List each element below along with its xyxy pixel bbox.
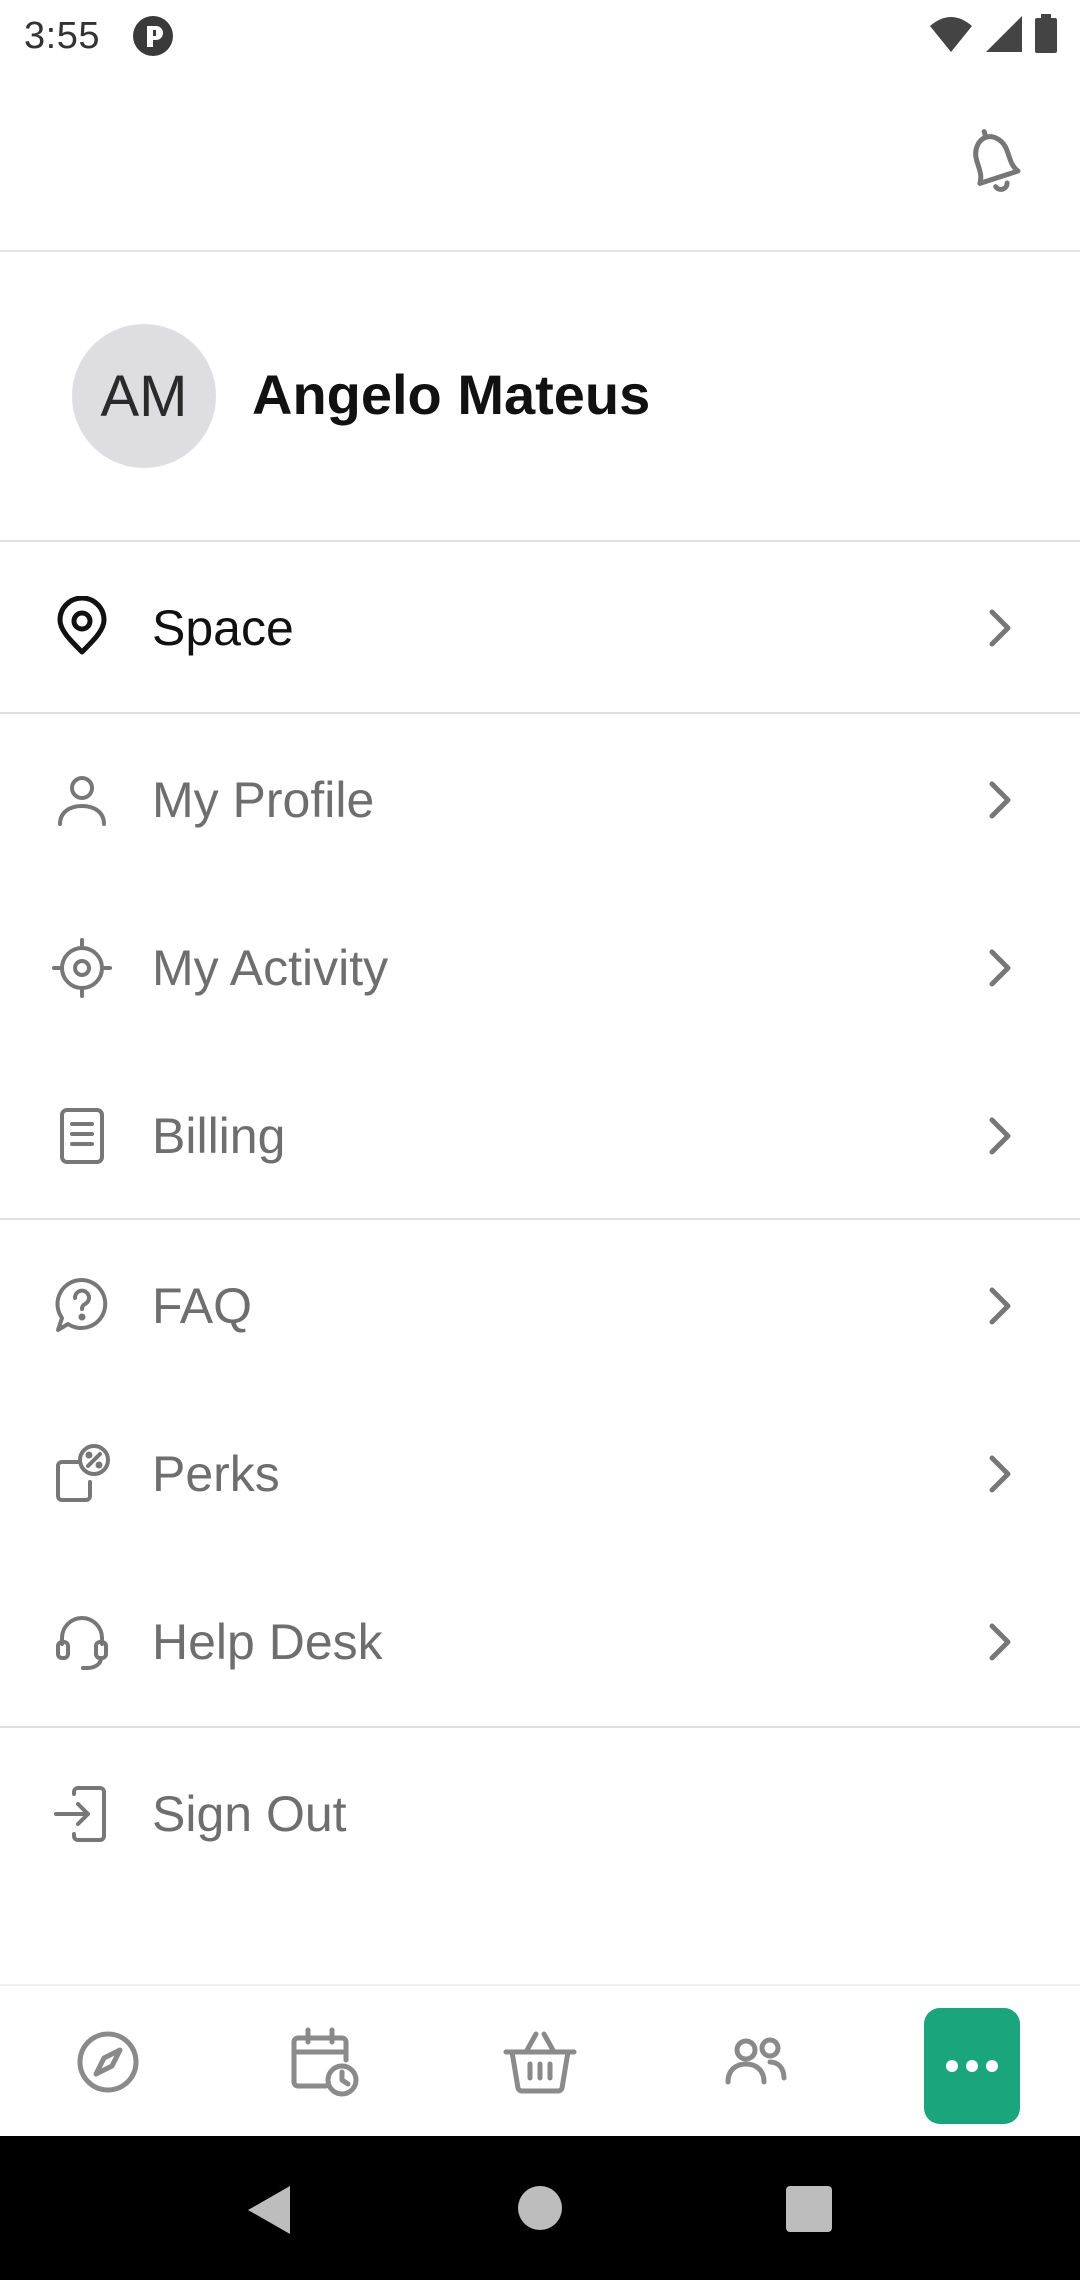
menu-label-sign-out: Sign Out (152, 1786, 347, 1842)
wifi-icon (930, 17, 972, 52)
top-bar (0, 72, 1080, 252)
bottom-nav (0, 1984, 1080, 2136)
menu-label-perks: Perks (152, 1446, 280, 1502)
chevron-right-icon (989, 781, 1011, 819)
location-pin-icon (57, 596, 107, 655)
menu-label-my-profile: My Profile (152, 772, 375, 828)
user-icon (58, 776, 106, 826)
section-divider (0, 1726, 1080, 1728)
section-divider (0, 712, 1080, 714)
nav-bookings[interactable] (276, 2014, 372, 2110)
menu-label-faq: FAQ (152, 1278, 253, 1334)
status-icons (928, 14, 1058, 54)
signal-icon (986, 16, 1022, 52)
chevron-right-icon (989, 609, 1011, 647)
nav-more-button[interactable] (924, 2008, 1020, 2124)
headset-icon (56, 1616, 108, 1670)
chevron-right-icon (989, 1455, 1011, 1493)
menu-item-help-desk[interactable]: Help Desk (0, 1558, 1080, 1726)
avatar-initials: AM (100, 363, 188, 429)
bell-icon[interactable] (960, 122, 1028, 202)
sign-out-icon (54, 1786, 106, 1842)
chevron-right-icon (989, 1623, 1011, 1661)
more-dots-icon (946, 2060, 998, 2072)
recents-icon[interactable] (786, 2186, 832, 2232)
nav-shop[interactable] (492, 2014, 588, 2110)
chevron-right-icon (989, 1117, 1011, 1155)
basket-icon (503, 2031, 577, 2094)
status-bar: 3:55 (0, 0, 1080, 72)
menu-item-my-profile[interactable]: My Profile (0, 716, 1080, 884)
profile-name: Angelo Mateus (252, 363, 651, 426)
menu-item-sign-out[interactable]: Sign Out (0, 1730, 1080, 1898)
menu-item-faq[interactable]: FAQ (0, 1222, 1080, 1390)
menu-item-billing[interactable]: Billing (0, 1052, 1080, 1220)
avatar[interactable]: AM (72, 324, 216, 468)
menu-label-help-desk: Help Desk (152, 1614, 383, 1670)
chevron-right-icon (989, 949, 1011, 987)
back-icon[interactable] (244, 2184, 292, 2236)
home-icon[interactable] (518, 2186, 562, 2230)
calendar-clock-icon (291, 2027, 359, 2097)
question-bubble-icon (55, 1277, 108, 1332)
nav-explore[interactable] (60, 2014, 156, 2110)
nav-community[interactable] (708, 2014, 804, 2110)
menu-item-my-activity[interactable]: My Activity (0, 884, 1080, 1052)
crosshair-icon (52, 938, 112, 998)
compass-icon (77, 2031, 139, 2093)
system-nav-bar (0, 2136, 1080, 2280)
chevron-right-icon (989, 1287, 1011, 1325)
menu-item-space[interactable]: Space (0, 544, 1080, 712)
menu-label-space: Space (152, 600, 294, 656)
menu-label-billing: Billing (152, 1108, 286, 1164)
section-divider (0, 1218, 1080, 1220)
discount-tag-icon (56, 1444, 110, 1502)
battery-icon (1035, 14, 1057, 53)
app-notification-icon (132, 16, 173, 56)
profile-header[interactable]: AM Angelo Mateus (0, 254, 1080, 542)
document-icon (60, 1108, 104, 1164)
menu-item-perks[interactable]: Perks (0, 1390, 1080, 1558)
status-time: 3:55 (24, 14, 100, 57)
menu-label-my-activity: My Activity (152, 940, 389, 996)
people-icon (725, 2037, 787, 2085)
